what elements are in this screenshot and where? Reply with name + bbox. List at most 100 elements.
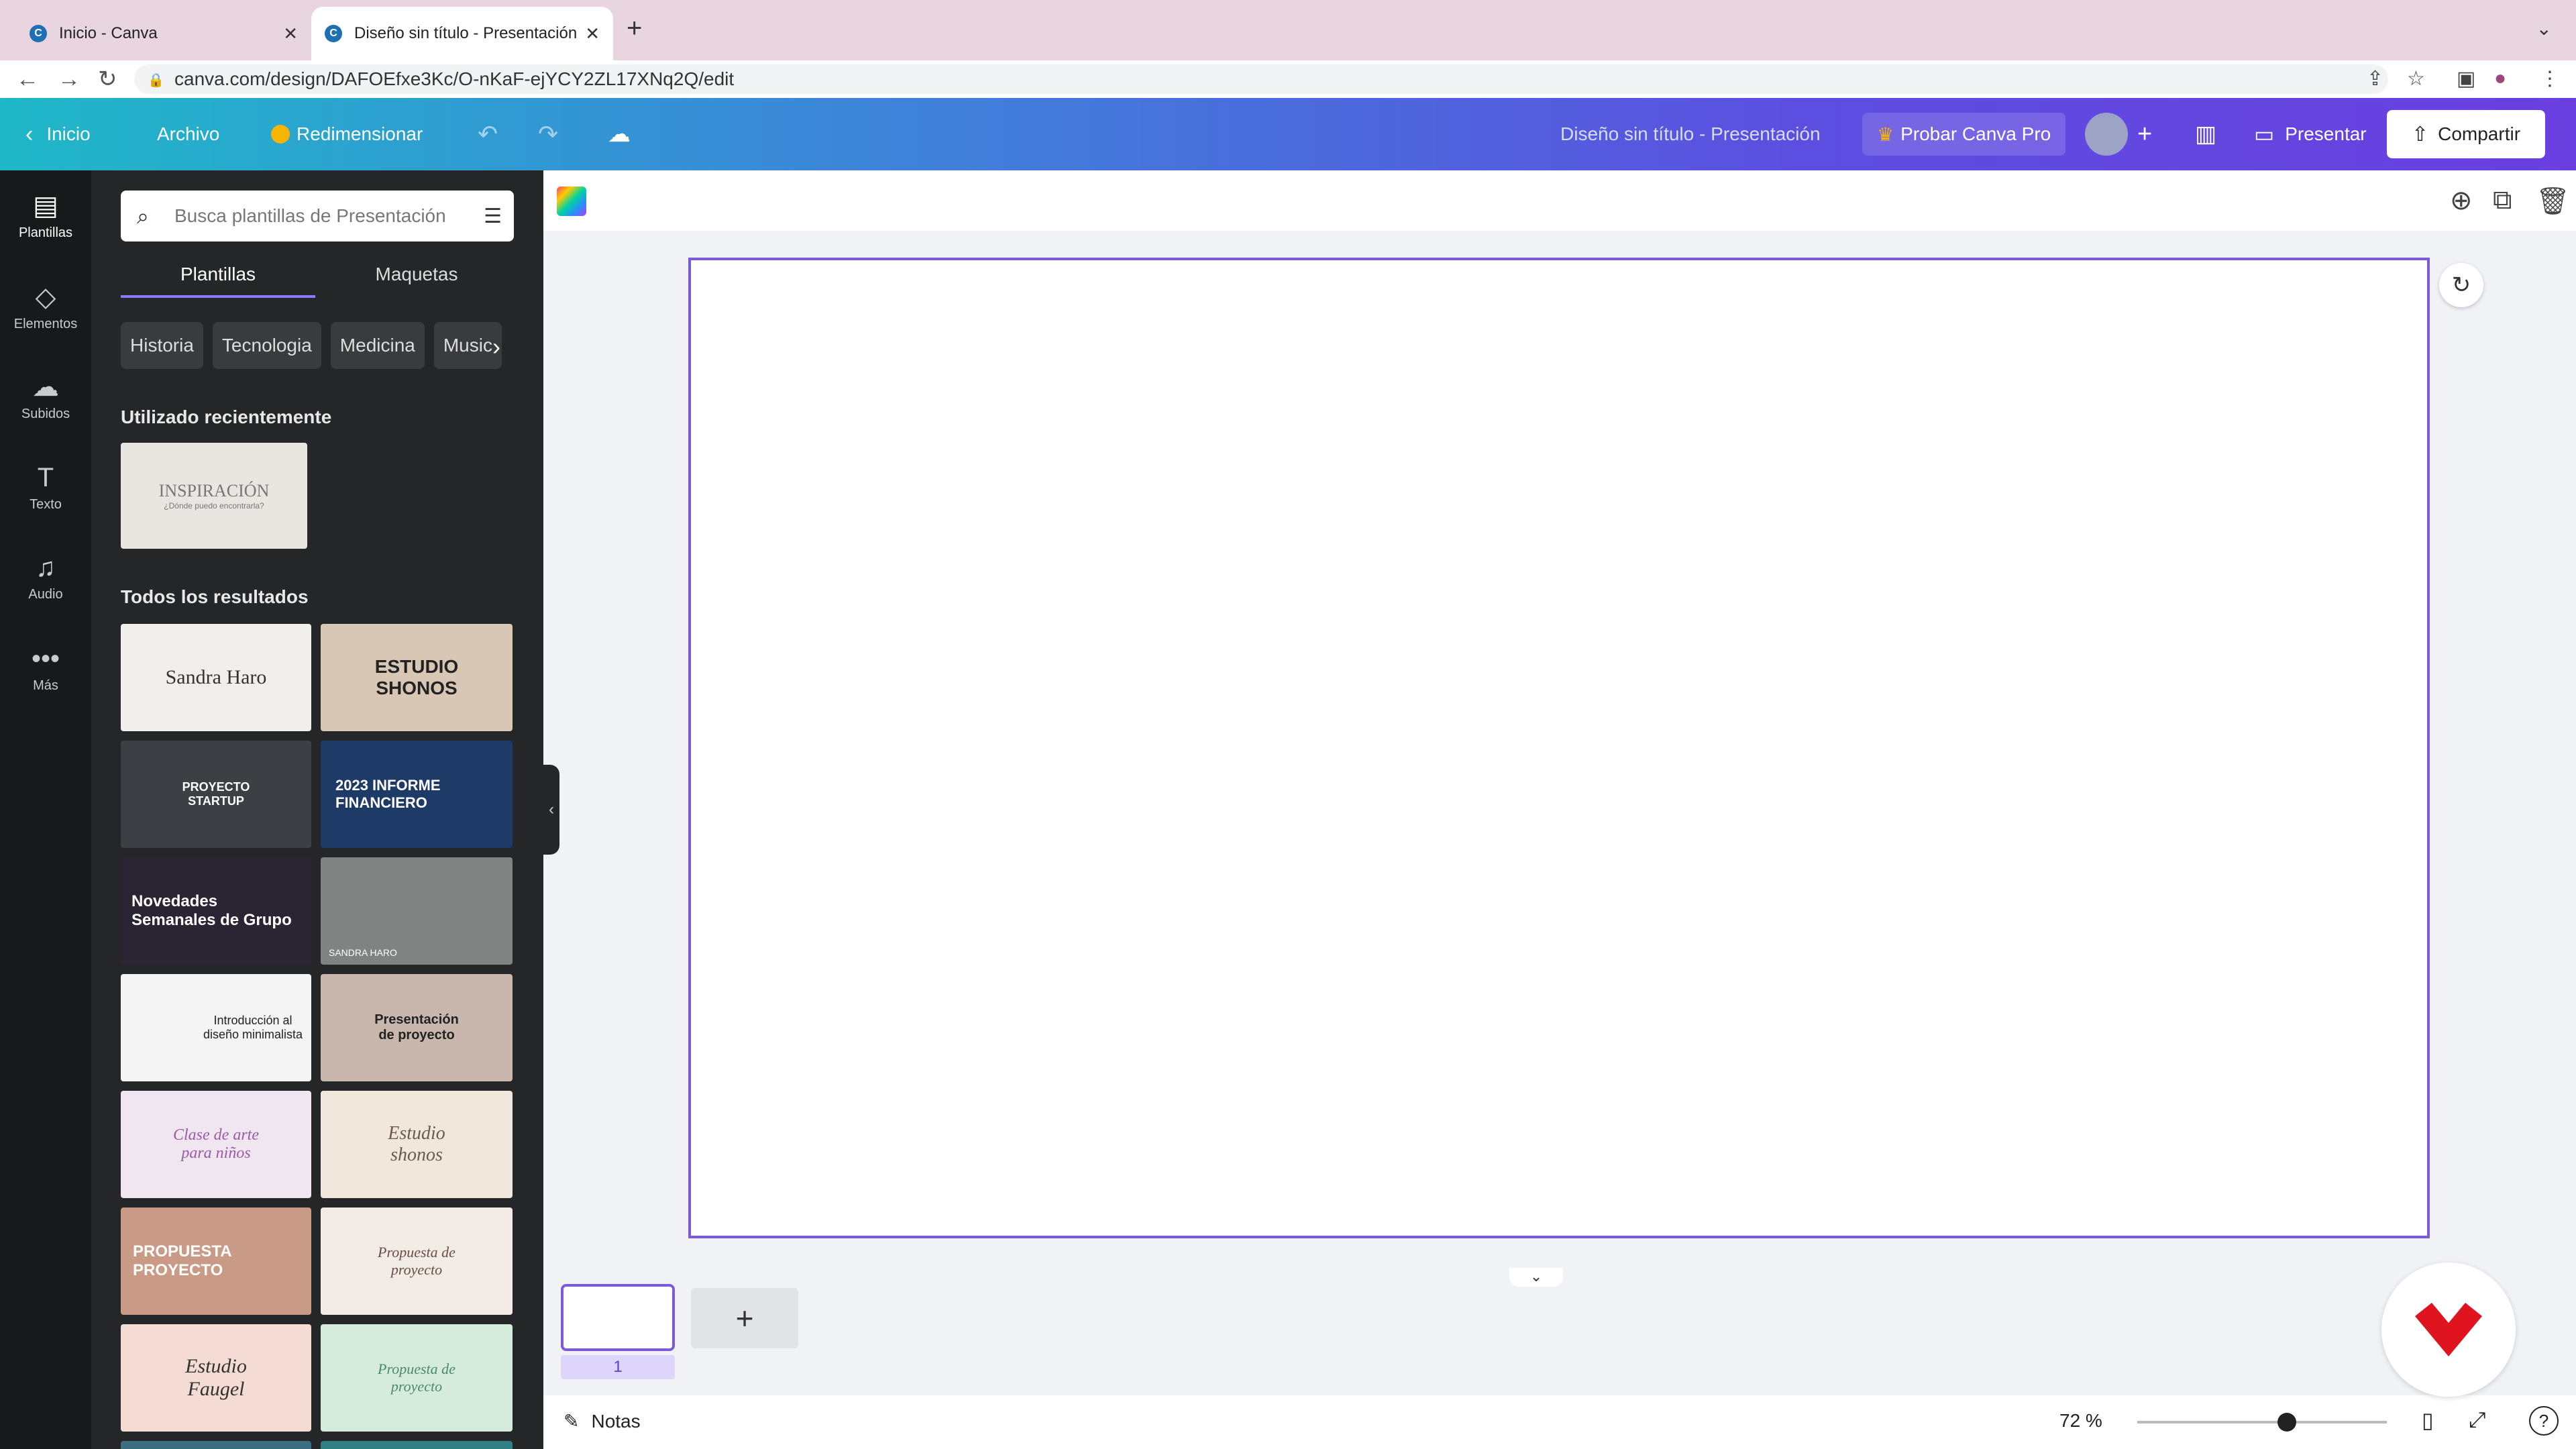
cloud-saved-icon[interactable]: ☁ (608, 98, 631, 170)
try-pro-button[interactable]: ♛ Probar Canva Pro (1862, 113, 2066, 156)
expand-filmstrip-chevron-icon[interactable]: ⌄ (1509, 1268, 1563, 1287)
browser-tab-design[interactable]: C Diseño sin título - Presentación ✕ (311, 7, 613, 60)
resize-label: Redimensionar (297, 123, 423, 144)
crown-icon: ♛ (1877, 123, 1894, 145)
collaborator-avatar[interactable] (2085, 98, 2128, 170)
back-arrow-icon[interactable]: ← (16, 66, 39, 93)
recent-template-thumb[interactable]: INSPIRACIÓN ¿Dónde puedo encontrarla? (121, 443, 307, 549)
insights-chart-icon[interactable]: ▥ (2195, 98, 2216, 170)
template-search-input[interactable]: ⌕ Busca plantillas de Presentación ☰ (121, 191, 514, 241)
close-tab-icon[interactable]: ✕ (585, 23, 600, 44)
profile-avatar-icon[interactable]: ● (2494, 67, 2506, 90)
rail-item-templates[interactable]: ▤ Plantillas (0, 191, 91, 241)
template-thumb[interactable]: SANDRA HARO (321, 857, 513, 965)
tab-templates[interactable]: Plantillas (121, 258, 315, 298)
rail-item-text[interactable]: T Texto (0, 463, 91, 513)
templates-icon: ▤ (33, 191, 58, 221)
template-thumb[interactable]: PROYECTO STARTUP (121, 741, 311, 848)
duplicate-page-icon[interactable]: ⧉ (2493, 185, 2512, 215)
chevron-right-icon[interactable]: › (492, 333, 500, 361)
rail-item-elements[interactable]: ◇ Elementos (0, 282, 91, 332)
add-slide-button[interactable]: + (691, 1288, 798, 1348)
design-title[interactable]: Diseño sin título - Presentación (1560, 98, 1821, 170)
thumb-subtitle: ¿Dónde puedo encontrarla? (164, 501, 264, 511)
search-icon: ⌕ (137, 204, 149, 228)
template-thumb[interactable]: 2023 INFORME FINANCIERO (321, 741, 513, 848)
zoom-slider-knob[interactable] (2277, 1413, 2297, 1432)
side-panel-icon[interactable]: ▣ (2457, 67, 2475, 91)
background-color-icon[interactable] (557, 186, 586, 216)
zoom-percentage[interactable]: 72 % (2059, 1410, 2102, 1432)
template-thumb-partial[interactable] (121, 1441, 311, 1449)
collapse-panel-button[interactable]: ‹ (543, 765, 559, 855)
template-thumb[interactable]: PROPUESTA PROYECTO (121, 1208, 311, 1315)
more-icon: ••• (31, 644, 60, 674)
chip-tecnologia[interactable]: Tecnologia (212, 322, 321, 369)
rail-label: Elementos (13, 317, 78, 331)
zoom-slider[interactable] (2137, 1413, 2387, 1432)
help-icon[interactable]: ? (2529, 1406, 2559, 1436)
template-thumb[interactable]: Propuesta de proyecto (321, 1324, 513, 1432)
canvas-toolbar: ⊕ ⧉ 🗑 (543, 170, 2576, 231)
new-tab-icon[interactable]: + (627, 15, 642, 42)
rail-item-uploads[interactable]: ☁ Subidos (0, 372, 91, 422)
undo-icon[interactable]: ↶ (478, 98, 498, 170)
red-logo-icon (2415, 1303, 2482, 1356)
browser-tab-inicio[interactable]: C Inicio - Canva ✕ (16, 7, 311, 60)
add-page-icon[interactable]: ⊕ (2450, 185, 2473, 216)
template-thumb[interactable]: Clase de arte para niños (121, 1091, 311, 1198)
resize-button[interactable]: Redimensionar (271, 98, 423, 170)
rail-label: Plantillas (18, 225, 73, 240)
template-thumb[interactable]: Sandra Haro (121, 624, 311, 731)
canva-favicon-icon: C (325, 25, 342, 42)
template-thumb[interactable]: Estudio shonos (321, 1091, 513, 1198)
forward-arrow-icon[interactable]: → (58, 66, 80, 93)
template-thumb-partial[interactable] (321, 1441, 513, 1449)
chip-music[interactable]: Music (433, 322, 502, 369)
chrome-menu-icon[interactable]: ⋮ (2540, 67, 2560, 91)
chevron-left-icon: ‹ (25, 121, 34, 147)
file-menu-button[interactable]: Archivo (157, 98, 219, 170)
try-pro-label: Probar Canva Pro (1900, 123, 2051, 144)
chip-historia[interactable]: Historia (121, 322, 203, 369)
notes-icon: ✎ (564, 1411, 580, 1432)
recent-heading: Utilizado recientemente (121, 407, 332, 427)
url-field[interactable]: 🔒 canva.com/design/DAFOEfxe3Kc/O-nKaF-ej… (134, 64, 2388, 94)
slide-canvas[interactable] (688, 258, 2430, 1238)
share-page-icon[interactable]: ⇪ (2367, 67, 2383, 91)
filter-sliders-icon[interactable]: ☰ (484, 205, 502, 228)
templates-panel: ⌕ Busca plantillas de Presentación ☰ Pla… (91, 170, 543, 1449)
template-thumb[interactable]: ESTUDIO SHONOS (321, 624, 513, 731)
present-icon: ▭ (2254, 122, 2275, 146)
editor-footer: ✎ Notas 72 % ▯ ⤢ ? (543, 1395, 2576, 1449)
side-rail: ▤ Plantillas ◇ Elementos ☁ Subidos T Tex… (0, 170, 91, 1449)
template-thumb[interactable]: Introducción al diseño minimalista (121, 974, 311, 1081)
reload-icon[interactable]: ↻ (98, 66, 117, 93)
template-thumb[interactable]: Presentación de proyecto (321, 974, 513, 1081)
chip-medicina[interactable]: Medicina (330, 322, 425, 369)
redo-icon[interactable]: ↷ (538, 98, 558, 170)
present-button[interactable]: ▭ Presentar (2254, 98, 2367, 170)
address-bar: ← → ↻ 🔒 canva.com/design/DAFOEfxe3Kc/O-n… (0, 60, 2576, 99)
tab-search-chevron-icon[interactable]: ⌄ (2536, 17, 2552, 40)
fullscreen-icon[interactable]: ⤢ (2469, 1407, 2486, 1433)
floating-logo[interactable] (2381, 1263, 2516, 1397)
uploads-icon: ☁ (32, 372, 59, 402)
elements-icon: ◇ (35, 282, 56, 312)
page-count-icon[interactable]: ▯ (2422, 1407, 2434, 1433)
rail-item-audio[interactable]: ♫ Audio (0, 553, 91, 602)
slide-thumbnail[interactable] (561, 1284, 675, 1351)
add-collaborator-icon[interactable]: + (2137, 98, 2152, 170)
tab-mockups[interactable]: Maquetas (319, 258, 514, 298)
share-button[interactable]: ⇧ Compartir (2387, 110, 2545, 158)
template-thumb[interactable]: Novedades Semanales de Grupo (121, 857, 311, 965)
home-button[interactable]: ‹ Inicio (25, 98, 91, 170)
notes-button[interactable]: ✎ Notas (564, 1410, 641, 1432)
bookmark-star-icon[interactable]: ☆ (2407, 67, 2425, 91)
template-thumb[interactable]: Propuesta de proyecto (321, 1208, 513, 1315)
close-tab-icon[interactable]: ✕ (283, 23, 298, 44)
template-thumb[interactable]: Estudio Faugel (121, 1324, 311, 1432)
refresh-comment-icon[interactable]: ↻ (2439, 263, 2483, 307)
rail-item-more[interactable]: ••• Más (0, 644, 91, 694)
delete-page-icon[interactable]: 🗑 (2536, 185, 2570, 217)
